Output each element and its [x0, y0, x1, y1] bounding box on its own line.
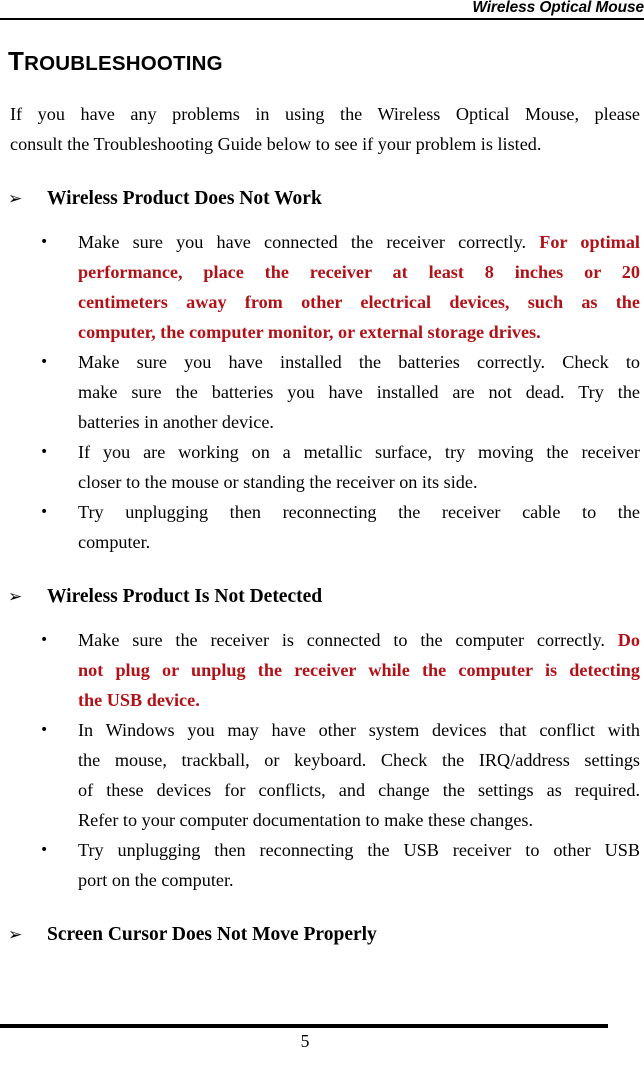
page-header: Wireless Optical Mouse [0, 0, 644, 20]
list-item: • Try unplugging then reconnecting the re… [0, 497, 644, 557]
list-item-text: If you are working on a metallic surface… [78, 437, 640, 497]
page-title-remainder: ROUBLESHOOTING [24, 52, 223, 75]
arrow-bullet-icon: ➢ [8, 189, 23, 209]
disc-bullet-icon: • [40, 842, 49, 858]
emphasis-text: not plug or unplug the receiver while th… [78, 660, 640, 680]
section-heading-label: Screen Cursor Does Not Move Properly [47, 924, 377, 945]
emphasis-text: centimeters away from other electrical d… [78, 292, 640, 312]
emphasis-text: computer, the computer monitor, or exter… [78, 322, 541, 342]
page-number: 5 [300, 1031, 310, 1051]
text-line: If you are working on a metallic surface… [78, 437, 640, 467]
body-text: the mouse, trackball, or keyboard. Check… [78, 750, 640, 770]
bullet-list: • Make sure you have connected the receiv… [0, 213, 644, 557]
text-line: Make sure you have installed the batteri… [78, 347, 640, 377]
text-line: Make sure the receiver is connected to t… [78, 625, 640, 655]
section-heading: ➢ Wireless Product Does Not Work [0, 159, 644, 213]
body-text: closer to the mouse or standing the rece… [78, 472, 478, 492]
text-line: In Windows you may have other system dev… [78, 715, 640, 745]
disc-bullet-icon: • [40, 354, 49, 370]
arrow-bullet-icon: ➢ [8, 587, 23, 607]
list-item-text: Make sure you have connected the receive… [78, 227, 640, 347]
page-title-initial: T [8, 46, 25, 76]
text-line: computer, the computer monitor, or exter… [78, 317, 640, 347]
page-title: TROUBLESHOOTING [0, 20, 644, 77]
emphasis-text: Do [617, 630, 640, 650]
text-line: the mouse, trackball, or keyboard. Check… [78, 745, 640, 775]
list-item-text: In Windows you may have other system dev… [78, 715, 640, 835]
list-item: • In Windows you may have other system de… [0, 715, 644, 835]
body-text: batteries in another device. [78, 412, 274, 432]
emphasis-text: For optimal [539, 232, 640, 252]
section-heading-label: Wireless Product Does Not Work [47, 188, 322, 209]
body-text: of these devices for conflicts, and chan… [78, 780, 640, 800]
body-text: Refer to your computer documentation to … [78, 810, 534, 830]
emphasis-text: performance, place the receiver at least… [78, 262, 640, 282]
text-line: performance, place the receiver at least… [78, 257, 640, 287]
list-item-text: Try unplugging then reconnecting the rec… [78, 497, 640, 557]
text-line: Try unplugging then reconnecting the rec… [78, 497, 640, 527]
text-line: make sure the batteries you have install… [78, 377, 640, 407]
intro-paragraph: If you have any problems in using the Wi… [0, 77, 644, 159]
section-heading: ➢ Wireless Product Is Not Detected [0, 557, 644, 611]
body-text: port on the computer. [78, 870, 234, 890]
emphasis-text: the USB device. [78, 690, 200, 710]
arrow-bullet-icon: ➢ [8, 925, 23, 945]
text-line: Try unplugging then reconnecting the USB… [78, 835, 640, 865]
page-footer: 5 [0, 1024, 644, 1068]
disc-bullet-icon: • [40, 444, 49, 460]
text-line: of these devices for conflicts, and chan… [78, 775, 640, 805]
list-item-text: Make sure you have installed the batteri… [78, 347, 640, 437]
body-text: Make sure the receiver is connected to t… [78, 630, 618, 650]
list-item-text: Make sure the receiver is connected to t… [78, 625, 640, 715]
list-item: • Try unplugging then reconnecting the US… [0, 835, 644, 895]
disc-bullet-icon: • [40, 722, 49, 738]
document-page: Wireless Optical Mouse TROUBLESHOOTING I… [0, 0, 644, 1068]
body-text: Make sure you have installed the batteri… [78, 352, 640, 372]
text-line: centimeters away from other electrical d… [78, 287, 640, 317]
text-line: closer to the mouse or standing the rece… [78, 467, 640, 497]
page-content: TROUBLESHOOTING If you have any problems… [0, 20, 644, 949]
footer-rule [0, 1024, 608, 1028]
body-text: Try unplugging then reconnecting the rec… [78, 502, 640, 522]
body-text: Try unplugging then reconnecting the USB… [78, 840, 640, 860]
disc-bullet-icon: • [40, 504, 49, 520]
disc-bullet-icon: • [40, 632, 49, 648]
header-document-title: Wireless Optical Mouse [472, 0, 644, 16]
body-text: In Windows you may have other system dev… [78, 720, 640, 740]
body-text: Make sure you have connected the receive… [78, 232, 540, 252]
list-item: • Make sure you have installed the batter… [0, 347, 644, 437]
text-line: the USB device. [78, 685, 640, 715]
list-item: • Make sure you have connected the receiv… [0, 227, 644, 347]
body-text: If you are working on a metallic surface… [78, 442, 640, 462]
text-line: Refer to your computer documentation to … [78, 805, 640, 835]
text-line: Make sure you have connected the receive… [78, 227, 640, 257]
text-line: computer. [78, 527, 640, 557]
body-text: computer. [78, 532, 151, 552]
text-line: not plug or unplug the receiver while th… [78, 655, 640, 685]
bullet-list: • Make sure the receiver is connected to … [0, 611, 644, 895]
list-item: • Make sure the receiver is connected to … [0, 625, 644, 715]
intro-line: consult the Troubleshooting Guide below … [10, 134, 542, 154]
troubleshooting-sections: ➢ Wireless Product Does Not Work • Make sur… [0, 159, 644, 949]
section-heading: ➢ Screen Cursor Does Not Move Properly [0, 895, 644, 949]
text-line: batteries in another device. [78, 407, 640, 437]
list-item-text: Try unplugging then reconnecting the USB… [78, 835, 640, 895]
list-item: • If you are working on a metallic surfac… [0, 437, 644, 497]
body-text: make sure the batteries you have install… [78, 382, 640, 402]
disc-bullet-icon: • [40, 234, 49, 250]
text-line: port on the computer. [78, 865, 640, 895]
section-heading-label: Wireless Product Is Not Detected [47, 586, 323, 607]
intro-line: If you have any problems in using the Wi… [10, 104, 640, 124]
